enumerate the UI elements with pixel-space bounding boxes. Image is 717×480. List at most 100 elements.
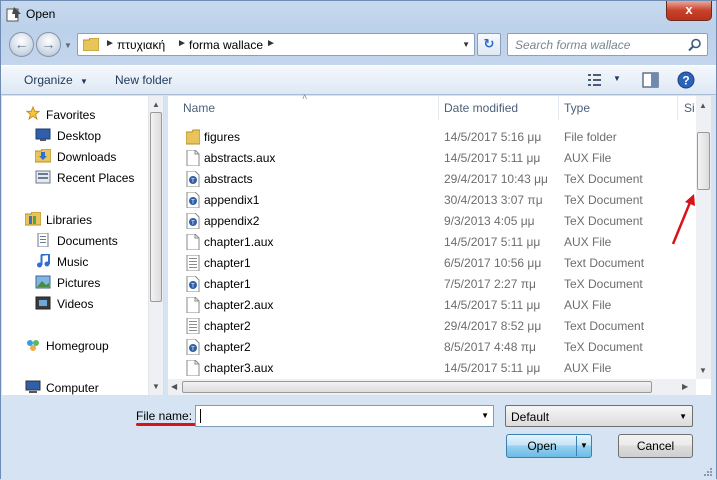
nav-item-pictures[interactable]: Pictures <box>57 276 100 290</box>
open-button-label: Open <box>527 439 557 453</box>
recent-places-icon <box>35 170 51 184</box>
file-row[interactable]: Tchapter2 8/5/2017 4:48 πμ TeX Document <box>168 336 696 357</box>
file-name: chapter1.aux <box>204 235 274 249</box>
chevron-right-icon[interactable]: ► <box>266 38 276 49</box>
file-name-input[interactable]: ▼ <box>195 405 494 427</box>
column-header-name[interactable]: Name ˄ <box>168 92 438 120</box>
chevron-right-icon[interactable]: ► <box>177 38 187 49</box>
chevron-down-icon[interactable]: ▼ <box>481 411 489 420</box>
chevron-down-icon[interactable]: ▼ <box>613 74 621 83</box>
text-file-icon <box>186 255 200 271</box>
refresh-button[interactable]: ↻ <box>477 33 501 56</box>
file-row[interactable]: chapter2 29/4/2017 8:52 μμ Text Document <box>168 315 696 336</box>
file-row[interactable]: Tappendix1 30/4/2013 3:07 πμ TeX Document <box>168 189 696 210</box>
open-options-dropdown-icon[interactable]: ▼ <box>580 441 588 450</box>
tex-file-icon: T <box>186 213 200 229</box>
scroll-thumb[interactable] <box>150 112 162 302</box>
pictures-icon <box>35 275 51 289</box>
scroll-thumb[interactable] <box>697 132 710 190</box>
file-date-modified: 8/5/2017 4:48 πμ <box>444 340 536 354</box>
cancel-button[interactable]: Cancel <box>618 434 693 458</box>
nav-item-libraries[interactable]: Libraries <box>46 213 92 227</box>
scroll-up-icon[interactable]: ▲ <box>152 100 160 109</box>
file-row[interactable]: chapter3.aux 14/5/2017 5:11 μμ AUX File <box>168 357 696 378</box>
organize-button[interactable]: Organize ▼ <box>24 73 88 87</box>
window-title: Open <box>26 7 56 21</box>
address-bar[interactable]: ► πτυχιακή ► forma wallace ► ▼ <box>77 33 475 56</box>
column-header-size[interactable]: Si <box>678 96 696 120</box>
file-type-filter[interactable]: Default ▼ <box>505 405 693 427</box>
svg-text:T: T <box>191 284 195 290</box>
search-input[interactable]: Search forma wallace <box>515 38 630 52</box>
nav-item-videos[interactable]: Videos <box>57 297 93 311</box>
chevron-down-icon[interactable]: ▼ <box>462 40 470 49</box>
file-list: Name ˄ Date modified Type Si figures 14/5… <box>168 92 711 395</box>
documents-icon <box>37 233 49 247</box>
chevron-right-icon[interactable]: ► <box>105 38 115 49</box>
forward-button[interactable]: → <box>36 32 61 57</box>
file-row[interactable]: Tchapter1 7/5/2017 2:27 πμ TeX Document <box>168 273 696 294</box>
file-row[interactable]: chapter2.aux 14/5/2017 5:11 μμ AUX File <box>168 294 696 315</box>
navigation-bar: ← → ▼ ► πτυχιακή ► forma wallace ► ▼ ↻ S… <box>1 29 716 61</box>
file-list-horizontal-scrollbar[interactable]: ◀ ▶ <box>168 379 696 395</box>
file-row[interactable]: abstracts.aux 14/5/2017 5:11 μμ AUX File <box>168 147 696 168</box>
search-icon[interactable] <box>688 38 702 52</box>
view-options-icon[interactable] <box>587 72 605 88</box>
navigation-pane-scrollbar[interactable]: ▲ ▼ <box>148 96 163 395</box>
svg-text:T: T <box>191 200 195 206</box>
nav-item-favorites[interactable]: Favorites <box>46 108 95 122</box>
column-header-date[interactable]: Date modified <box>439 96 558 120</box>
nav-item-desktop[interactable]: Desktop <box>57 129 101 143</box>
folder-icon <box>83 38 99 51</box>
svg-text:T: T <box>191 221 195 227</box>
scroll-up-icon[interactable]: ▲ <box>699 101 707 110</box>
file-date-modified: 9/3/2013 4:05 μμ <box>444 214 535 228</box>
file-row[interactable]: chapter1 6/5/2017 10:56 μμ Text Document <box>168 252 696 273</box>
help-icon[interactable]: ? <box>677 71 695 89</box>
file-row[interactable]: Tappendix2 9/3/2013 4:05 μμ TeX Document <box>168 210 696 231</box>
scroll-left-icon[interactable]: ◀ <box>171 382 177 391</box>
blank-file-icon <box>186 297 200 313</box>
file-type: AUX File <box>564 235 612 249</box>
column-header-type[interactable]: Type <box>559 96 677 120</box>
file-type: TeX Document <box>564 193 643 207</box>
open-file-icon <box>6 7 21 22</box>
scroll-right-icon[interactable]: ▶ <box>682 382 688 391</box>
file-list-vertical-scrollbar[interactable]: ▲ ▼ <box>696 96 711 379</box>
file-type: File folder <box>564 130 617 144</box>
file-date-modified: 6/5/2017 10:56 μμ <box>444 256 542 270</box>
blank-file-icon <box>186 360 200 376</box>
nav-item-documents[interactable]: Documents <box>57 234 118 248</box>
file-row[interactable]: chapter1.aux 14/5/2017 5:11 μμ AUX File <box>168 231 696 252</box>
scroll-thumb[interactable] <box>182 381 652 393</box>
preview-pane-icon[interactable] <box>642 72 659 88</box>
text-file-icon <box>186 318 200 334</box>
resize-grip-icon[interactable] <box>703 467 713 477</box>
breadcrumb-segment[interactable]: πτυχιακή <box>117 38 165 52</box>
search-box[interactable]: Search forma wallace <box>507 33 708 56</box>
nav-item-computer[interactable]: Computer <box>46 381 99 395</box>
nav-item-music[interactable]: Music <box>57 255 88 269</box>
chevron-down-icon: ▼ <box>80 77 88 86</box>
nav-item-downloads[interactable]: Downloads <box>57 150 116 164</box>
recent-locations-dropdown-icon[interactable]: ▼ <box>64 41 72 50</box>
command-bar: Organize ▼ New folder ▼ ? <box>1 65 716 95</box>
file-row[interactable]: Tabstracts 29/4/2017 10:43 μμ TeX Document <box>168 168 696 189</box>
file-name: chapter3.aux <box>204 361 274 375</box>
nav-item-homegroup[interactable]: Homegroup <box>46 339 109 353</box>
scroll-down-icon[interactable]: ▼ <box>699 366 707 375</box>
column-header-name-label: Name <box>183 101 216 115</box>
nav-item-recent-places[interactable]: Recent Places <box>57 171 134 185</box>
breadcrumb-segment[interactable]: forma wallace <box>189 38 263 52</box>
open-dialog: Open x ← → ▼ ► πτυχιακή ► forma wallace … <box>0 0 717 480</box>
back-button[interactable]: ← <box>9 32 34 57</box>
file-date-modified: 29/4/2017 8:52 μμ <box>444 319 542 333</box>
file-type: AUX File <box>564 151 612 165</box>
close-button[interactable]: x <box>666 1 712 21</box>
star-icon <box>25 106 41 120</box>
file-row[interactable]: figures 14/5/2017 5:16 μμ File folder <box>168 126 696 147</box>
libraries-icon <box>25 212 41 226</box>
chevron-down-icon: ▼ <box>679 412 687 421</box>
new-folder-button[interactable]: New folder <box>115 73 172 87</box>
scroll-down-icon[interactable]: ▼ <box>152 382 160 391</box>
